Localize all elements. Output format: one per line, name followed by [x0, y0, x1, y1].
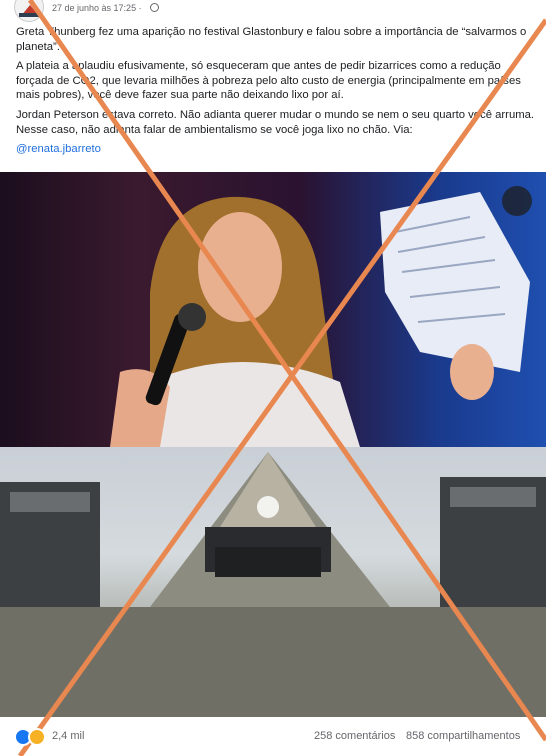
shares-count[interactable]: 858 compartilhamentos [406, 730, 520, 742]
post-text: Greta Thunberg fez uma aparição no festi… [16, 25, 536, 162]
post-timestamp[interactable]: 27 de junho às 17:25 · [52, 3, 142, 13]
globe-icon [150, 3, 159, 12]
photo-festival-stage [0, 447, 546, 717]
post-paragraph: Jordan Peterson estava correto. Não adia… [16, 108, 535, 136]
reaction-count[interactable]: 2,4 mil [52, 730, 84, 742]
comments-count[interactable]: 258 comentários [314, 730, 395, 742]
post-footer: 2,4 mil 258 comentários 858 compartilham… [0, 726, 546, 750]
post-paragraph: A plateia a aplaudiu efusivamente, só es… [16, 60, 521, 102]
post-header: 27 de junho às 17:25 · [0, 0, 546, 22]
avatar-logo-band [19, 13, 41, 17]
post-paragraph: Greta Thunberg fez uma aparição no festi… [16, 26, 527, 53]
page-avatar[interactable] [14, 0, 44, 22]
photo-speaker-on-stage [0, 172, 546, 447]
haha-icon [28, 728, 46, 746]
reactions[interactable] [14, 728, 50, 746]
speaker-illustration [110, 192, 530, 447]
post-photo[interactable] [0, 172, 546, 717]
eye-icon[interactable] [502, 186, 532, 216]
mention-link[interactable]: @renata.jbarreto [16, 143, 101, 155]
pyramid-stage-illustration [0, 452, 546, 717]
